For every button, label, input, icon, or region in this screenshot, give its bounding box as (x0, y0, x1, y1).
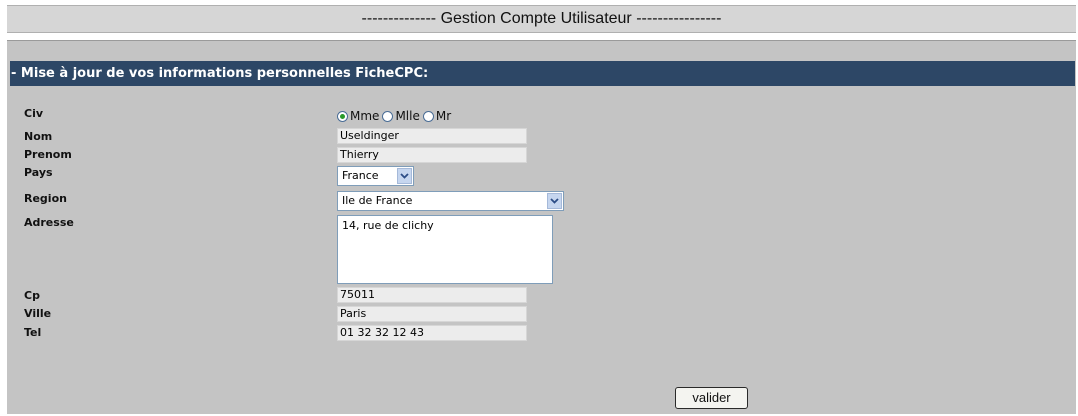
page-title: -------------- Gestion Compte Utilisateu… (7, 5, 1076, 33)
radio-mr-label: Mr (435, 109, 452, 123)
prenom-label: Prenom (24, 148, 72, 161)
nom-label: Nom (24, 130, 53, 143)
nom-field[interactable]: Useldinger (337, 128, 527, 144)
civ-label: Civ (24, 107, 44, 120)
civ-radio-group: Mme Mlle Mr (337, 109, 454, 123)
region-label: Region (24, 192, 67, 205)
form-panel: - Mise à jour de vos informations person… (7, 40, 1076, 414)
chevron-down-icon[interactable] (397, 168, 412, 184)
cp-label: Cp (24, 289, 40, 302)
ville-field[interactable]: Paris (337, 306, 527, 322)
section-header: - Mise à jour de vos informations person… (10, 61, 1075, 86)
region-select-value: Ile de France (342, 194, 413, 207)
ville-label: Ville (24, 307, 52, 320)
tel-field[interactable]: 01 32 32 12 43 (337, 325, 527, 341)
prenom-field[interactable]: Thierry (337, 147, 527, 163)
radio-mme-label: Mme (350, 109, 380, 123)
region-select[interactable]: Ile de France (337, 191, 564, 211)
pays-select[interactable]: France (337, 166, 414, 186)
radio-mme[interactable] (337, 110, 348, 122)
adresse-textarea[interactable]: 14, rue de clichy (337, 215, 553, 284)
radio-mlle[interactable] (382, 110, 394, 122)
pays-select-value: France (342, 169, 379, 182)
valider-button[interactable]: valider (675, 387, 748, 409)
chevron-down-icon[interactable] (547, 193, 562, 209)
tel-label: Tel (24, 326, 42, 339)
radio-mlle-label: Mlle (395, 109, 420, 123)
radio-mr[interactable] (422, 110, 434, 122)
pays-label: Pays (24, 166, 53, 179)
cp-field[interactable]: 75011 (337, 287, 527, 303)
adresse-label: Adresse (24, 216, 74, 229)
